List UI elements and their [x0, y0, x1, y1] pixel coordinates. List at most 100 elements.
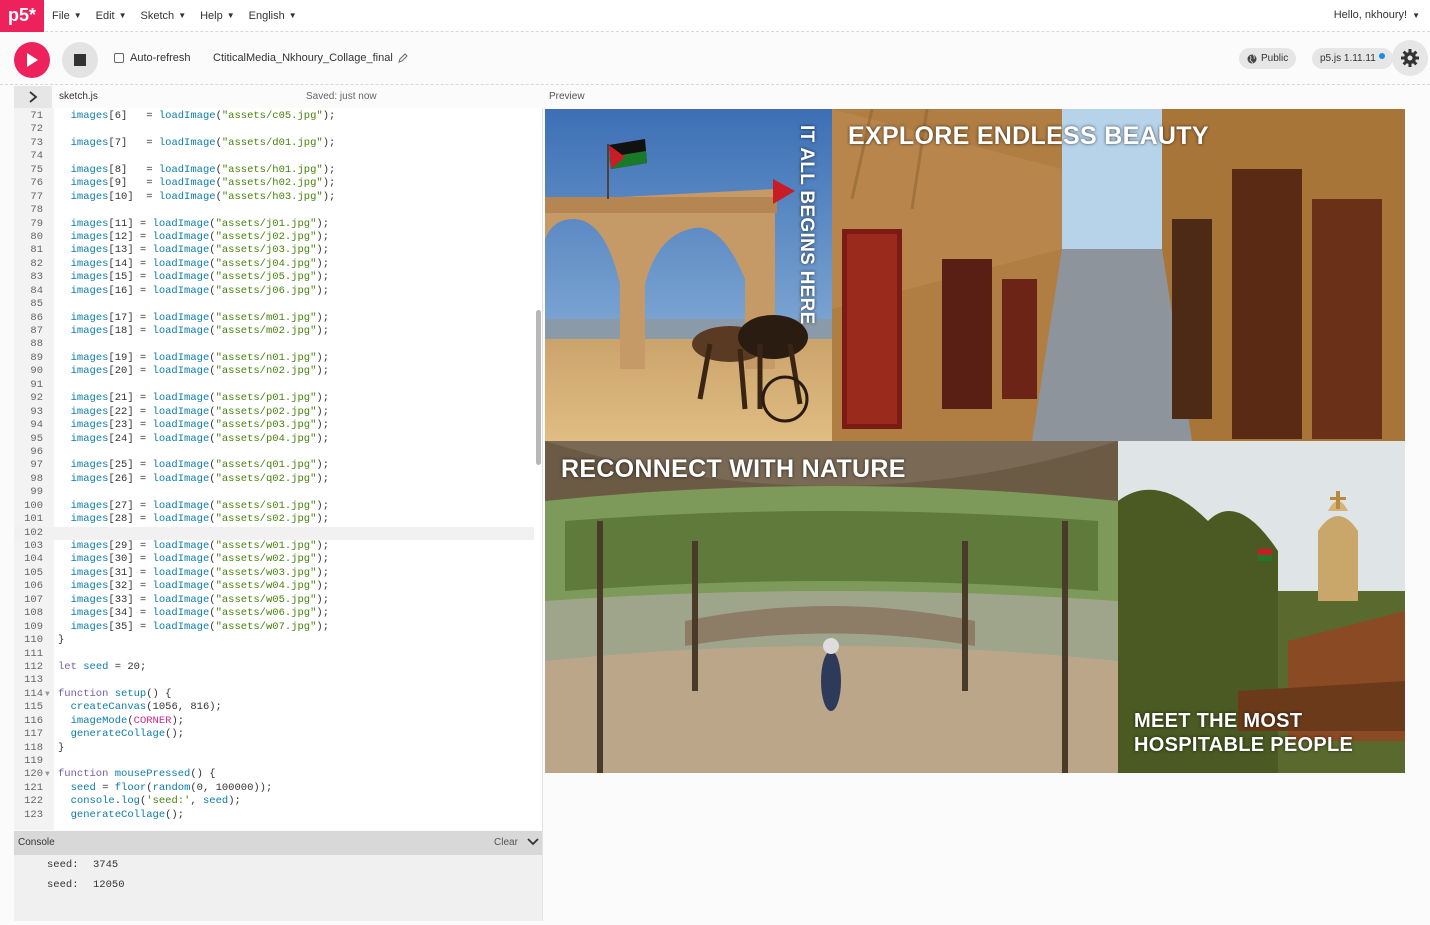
chevron-down-icon[interactable]: [526, 835, 540, 849]
code-line[interactable]: 80 images[12] = loadImage("assets/j02.jp…: [14, 231, 534, 244]
code-line[interactable]: 116 imageMode(CORNER);: [14, 715, 534, 728]
code-line[interactable]: 93 images[22] = loadImage("assets/p02.jp…: [14, 406, 534, 419]
code-line[interactable]: 109 images[35] = loadImage("assets/w07.j…: [14, 621, 534, 634]
version-button[interactable]: p5.js 1.11.11: [1312, 48, 1393, 69]
code-text: seed = floor(random(0, 100000));: [70, 781, 273, 794]
code-text: images[15] = loadImage("assets/j05.jpg")…: [70, 271, 329, 284]
menu-language[interactable]: English ▼: [249, 10, 297, 22]
menu-sketch[interactable]: Sketch ▼: [141, 10, 187, 22]
code-line[interactable]: 114 ▼ function setup() {: [14, 688, 534, 701]
auto-refresh-checkbox[interactable]: [114, 53, 124, 63]
auto-refresh[interactable]: Auto-refresh: [114, 52, 191, 64]
editor-scrollbar-thumb[interactable]: [536, 310, 541, 465]
stop-button[interactable]: [62, 42, 98, 78]
code-line[interactable]: 122 console.log('seed:', seed);: [14, 795, 534, 808]
code-line[interactable]: 95 images[24] = loadImage("assets/p04.jp…: [14, 433, 534, 446]
code-line[interactable]: 86 images[17] = loadImage("assets/m01.jp…: [14, 312, 534, 325]
file-name[interactable]: sketch.js: [59, 91, 98, 102]
code-line[interactable]: 73 images[7] = loadImage("assets/d01.jpg…: [14, 137, 534, 150]
code-line[interactable]: 106 images[32] = loadImage("assets/w04.j…: [14, 580, 534, 593]
line-number: 78: [30, 204, 43, 217]
visibility-toggle[interactable]: Public: [1239, 48, 1297, 69]
project-name[interactable]: CtiticalMedia_Nkhoury_Collage_final: [213, 52, 408, 64]
code-line[interactable]: 111: [14, 648, 534, 661]
play-button[interactable]: [14, 42, 50, 78]
caption-meet-the-most-hospitable-people: MEET THE MOST HOSPITABLE PEOPLE: [1134, 710, 1354, 756]
console-header: Console Clear: [14, 831, 542, 855]
p5-logo[interactable]: p5*: [0, 0, 44, 32]
code-line[interactable]: 102: [14, 526, 534, 540]
code-line[interactable]: 115 createCanvas(1056, 816);: [14, 701, 534, 714]
code-line[interactable]: 74: [14, 150, 534, 163]
collage-tile-river: RECONNECT WITH NATURE: [545, 441, 1118, 773]
code-line[interactable]: 90 images[20] = loadImage("assets/n02.jp…: [14, 365, 534, 378]
alley-image: [832, 109, 1405, 441]
code-line[interactable]: 123 generateCollage();: [14, 809, 534, 822]
pane-divider[interactable]: [542, 108, 543, 921]
code-line[interactable]: 120 ▼ function mousePressed() {: [14, 768, 534, 781]
code-line[interactable]: 100 images[27] = loadImage("assets/s01.j…: [14, 500, 534, 513]
code-line[interactable]: 96: [14, 446, 534, 459]
code-line[interactable]: 107 images[33] = loadImage("assets/w05.j…: [14, 594, 534, 607]
code-lines[interactable]: 71 images[6] = loadImage("assets/c05.jpg…: [14, 110, 534, 822]
line-number: 93: [30, 405, 43, 418]
code-text: images[35] = loadImage("assets/w07.jpg")…: [70, 620, 329, 633]
code-line[interactable]: 75 images[8] = loadImage("assets/h01.jpg…: [14, 164, 534, 177]
code-line[interactable]: 87 images[18] = loadImage("assets/m02.jp…: [14, 325, 534, 338]
code-line[interactable]: 82 images[14] = loadImage("assets/j04.jp…: [14, 258, 534, 271]
code-line[interactable]: 77 images[10] = loadImage("assets/h03.jp…: [14, 191, 534, 204]
code-line[interactable]: 91: [14, 379, 534, 392]
sidebar-expand-button[interactable]: [14, 86, 52, 108]
code-line[interactable]: 76 images[9] = loadImage("assets/h02.jpg…: [14, 177, 534, 190]
code-line[interactable]: 110}: [14, 634, 534, 647]
code-line[interactable]: 92 images[21] = loadImage("assets/p01.jp…: [14, 392, 534, 405]
code-line[interactable]: 71 images[6] = loadImage("assets/c05.jpg…: [14, 110, 534, 123]
code-line[interactable]: 118}: [14, 742, 534, 755]
code-line[interactable]: 103 images[29] = loadImage("assets/w01.j…: [14, 540, 534, 553]
code-line[interactable]: 108 images[34] = loadImage("assets/w06.j…: [14, 607, 534, 620]
console-clear-button[interactable]: Clear: [494, 837, 518, 848]
code-line[interactable]: 105 images[31] = loadImage("assets/w03.j…: [14, 567, 534, 580]
code-line[interactable]: 101 images[28] = loadImage("assets/s02.j…: [14, 513, 534, 526]
code-text: images[27] = loadImage("assets/s01.jpg")…: [70, 499, 329, 512]
menu-help[interactable]: Help ▼: [200, 10, 235, 22]
preview-canvas[interactable]: IT ALL BEGINS HERE EXPLORE ENDLESS BEAUT…: [545, 109, 1405, 773]
fold-arrow-icon[interactable]: ▼: [45, 688, 50, 701]
fold-arrow-icon[interactable]: ▼: [45, 768, 50, 781]
code-line[interactable]: 97 images[25] = loadImage("assets/q01.jp…: [14, 459, 534, 472]
code-line[interactable]: 99: [14, 486, 534, 499]
code-text: images[32] = loadImage("assets/w04.jpg")…: [70, 580, 329, 593]
line-number: 123: [24, 808, 43, 821]
line-number: 106: [24, 580, 43, 593]
code-line[interactable]: 78: [14, 204, 534, 217]
code-line[interactable]: 89 images[19] = loadImage("assets/n01.jp…: [14, 352, 534, 365]
settings-button[interactable]: [1392, 40, 1428, 76]
code-line[interactable]: 119: [14, 755, 534, 768]
code-line[interactable]: 83 images[15] = loadImage("assets/j05.jp…: [14, 271, 534, 284]
code-line[interactable]: 85: [14, 298, 534, 311]
code-line[interactable]: 94 images[23] = loadImage("assets/p03.jp…: [14, 419, 534, 432]
code-line[interactable]: 72: [14, 123, 534, 136]
project-name-text: CtiticalMedia_Nkhoury_Collage_final: [213, 52, 393, 64]
code-line[interactable]: 81 images[13] = loadImage("assets/j03.jp…: [14, 244, 534, 257]
line-number: 83: [30, 271, 43, 284]
code-line[interactable]: 98 images[26] = loadImage("assets/q02.jp…: [14, 473, 534, 486]
code-line[interactable]: 113: [14, 674, 534, 687]
menu-edit[interactable]: Edit ▼: [96, 10, 127, 22]
editor-scrollbar[interactable]: [534, 108, 542, 830]
code-editor[interactable]: 71 images[6] = loadImage("assets/c05.jpg…: [14, 108, 542, 830]
user-menu[interactable]: Hello, nkhoury! ▼: [1334, 9, 1420, 21]
menu-file[interactable]: File ▼: [52, 10, 82, 22]
code-line[interactable]: 117 generateCollage();: [14, 728, 534, 741]
code-line[interactable]: 112 let seed = 20;: [14, 661, 534, 674]
code-line[interactable]: 79 images[11] = loadImage("assets/j01.jp…: [14, 218, 534, 231]
code-line[interactable]: 84 images[16] = loadImage("assets/j06.jp…: [14, 285, 534, 298]
code-line[interactable]: 88: [14, 338, 534, 351]
pencil-icon[interactable]: [397, 53, 408, 63]
caption-explore-endless-beauty: EXPLORE ENDLESS BEAUTY: [848, 122, 1209, 150]
code-line[interactable]: 121 seed = floor(random(0, 100000));: [14, 782, 534, 795]
line-number: 113: [24, 674, 43, 687]
code-line[interactable]: 104 images[30] = loadImage("assets/w02.j…: [14, 553, 534, 566]
caption-reconnect-with-nature: RECONNECT WITH NATURE: [561, 455, 906, 483]
editor-header: sketch.js Saved: just now: [14, 86, 542, 108]
